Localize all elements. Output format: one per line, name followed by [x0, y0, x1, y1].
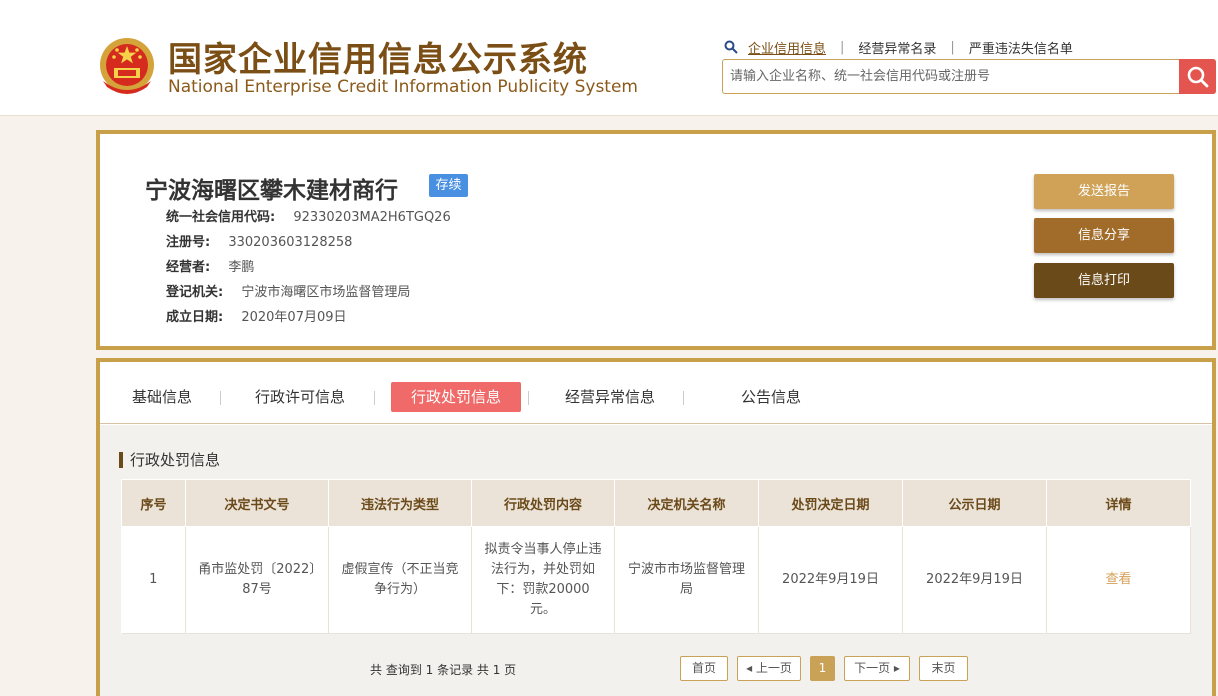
cell-decision-date: 2022年9月19日 [758, 526, 903, 634]
info-label: 成立日期: [166, 310, 224, 325]
info-value: 宁波市海曙区市场监督管理局 [241, 285, 411, 300]
search-icon [724, 40, 738, 54]
cell-publish-date: 2022年9月19日 [902, 526, 1047, 634]
tab-separator [528, 391, 529, 405]
cell-index: 1 [121, 526, 186, 634]
info-credit-code: 统一社会信用代码: 92330203MA2H6TGQ26 [166, 206, 451, 225]
chevron-left-icon: ◂ [746, 661, 753, 675]
pagination-summary: 共 查询到 1 条记录 共 1 页 [370, 663, 517, 677]
section-title: 行政处罚信息 [119, 449, 220, 470]
cell-decision-no: 甬市监处罚〔2022〕87号 [185, 526, 329, 634]
info-reg-number: 注册号: 330203603128258 [166, 231, 352, 250]
nav-separator: | [950, 39, 955, 55]
penalty-section: 行政处罚信息 序号 决定书文号 违法行为类型 行政处罚内容 决定机关名称 处罚决… [100, 425, 1212, 696]
detail-panel: 基础信息 行政许可信息 行政处罚信息 经营异常信息 公告信息 行政处罚信息 序号… [96, 358, 1216, 696]
tab-abnormal-operation[interactable]: 经营异常信息 [555, 382, 665, 412]
table-row: 1 甬市监处罚〔2022〕87号 虚假宣传（不正当竞争行为） 拟责令当事人停止违… [121, 526, 1191, 634]
tab-admin-license[interactable]: 行政许可信息 [248, 382, 352, 412]
info-registration-authority: 登记机关: 宁波市海曙区市场监督管理局 [166, 281, 410, 300]
col-header-penalty-content: 行政处罚内容 [471, 479, 615, 527]
company-name: 宁波海曙区攀木建材商行 [145, 178, 398, 204]
page-number-current[interactable]: 1 [810, 656, 835, 681]
col-header-decision-no: 决定书文号 [185, 479, 329, 527]
info-label: 统一社会信用代码: [166, 210, 276, 225]
col-header-decision-date: 处罚决定日期 [758, 479, 903, 527]
info-value: 李鹏 [228, 260, 255, 275]
tab-announcement[interactable]: 公告信息 [730, 382, 812, 412]
info-label: 注册号: [166, 235, 211, 250]
table-header-row: 序号 决定书文号 违法行为类型 行政处罚内容 决定机关名称 处罚决定日期 公示日… [121, 479, 1191, 527]
info-value: 2020年07月09日 [241, 310, 347, 325]
col-header-index: 序号 [121, 479, 186, 527]
tab-admin-penalty[interactable]: 行政处罚信息 [391, 382, 521, 412]
last-page-button[interactable]: 末页 [919, 656, 968, 681]
nav-enterprise-credit[interactable]: 企业信用信息 [748, 38, 826, 57]
nav-dishonest-list[interactable]: 严重违法失信名单 [969, 38, 1073, 57]
info-operator: 经营者: 李鹏 [166, 256, 254, 275]
search-button[interactable] [1179, 59, 1216, 94]
company-card: 宁波海曙区攀木建材商行 存续 统一社会信用代码: 92330203MA2H6TG… [96, 130, 1216, 350]
info-value: 92330203MA2H6TGQ26 [293, 210, 451, 225]
info-label: 经营者: [166, 260, 211, 275]
col-header-publish-date: 公示日期 [902, 479, 1047, 527]
site-title-cn: 国家企业信用信息公示系统 [168, 40, 588, 80]
view-details-link[interactable]: 查看 [1046, 526, 1191, 634]
search-input[interactable] [723, 60, 1179, 93]
national-emblem-icon [100, 38, 154, 94]
nav-abnormal-list[interactable]: 经营异常名录 [858, 38, 936, 57]
site-title-en: National Enterprise Credit Information P… [168, 77, 638, 97]
send-report-button[interactable]: 发送报告 [1034, 174, 1174, 209]
share-info-button[interactable]: 信息分享 [1034, 218, 1174, 253]
prev-page-button[interactable]: ◂ 上一页 [737, 656, 801, 681]
nav-separator: | [840, 39, 845, 55]
top-nav: 企业信用信息 | 经营异常名录 | 严重违法失信名单 [724, 38, 1073, 57]
site-header: 国家企业信用信息公示系统 National Enterprise Credit … [0, 0, 1218, 116]
tab-separator [220, 391, 221, 405]
tab-separator [374, 391, 375, 405]
tab-separator [683, 391, 684, 405]
penalty-table: 序号 决定书文号 违法行为类型 行政处罚内容 决定机关名称 处罚决定日期 公示日… [121, 479, 1191, 634]
tab-basic-info[interactable]: 基础信息 [127, 382, 197, 412]
prev-page-label: 上一页 [755, 661, 792, 675]
chevron-right-icon: ▸ [893, 661, 900, 675]
info-value: 330203603128258 [228, 235, 353, 250]
tab-bar: 基础信息 行政许可信息 行政处罚信息 经营异常信息 公告信息 [100, 362, 1212, 424]
info-label: 登记机关: [166, 285, 224, 300]
info-established-date: 成立日期: 2020年07月09日 [166, 306, 347, 325]
col-header-authority: 决定机关名称 [614, 479, 759, 527]
status-badge: 存续 [429, 174, 468, 197]
print-info-button[interactable]: 信息打印 [1034, 263, 1174, 298]
next-page-label: 下一页 [854, 661, 891, 675]
next-page-button[interactable]: 下一页 ▸ [844, 656, 910, 681]
search-box [722, 59, 1216, 94]
cell-violation-type: 虚假宣传（不正当竞争行为） [328, 526, 472, 634]
first-page-button[interactable]: 首页 [680, 656, 728, 681]
cell-penalty-content: 拟责令当事人停止违法行为，并处罚如下：罚款20000元。 [471, 526, 615, 634]
search-icon [1187, 66, 1208, 87]
col-header-violation-type: 违法行为类型 [328, 479, 472, 527]
col-header-details: 详情 [1046, 479, 1191, 527]
cell-authority: 宁波市市场监督管理局 [614, 526, 759, 634]
